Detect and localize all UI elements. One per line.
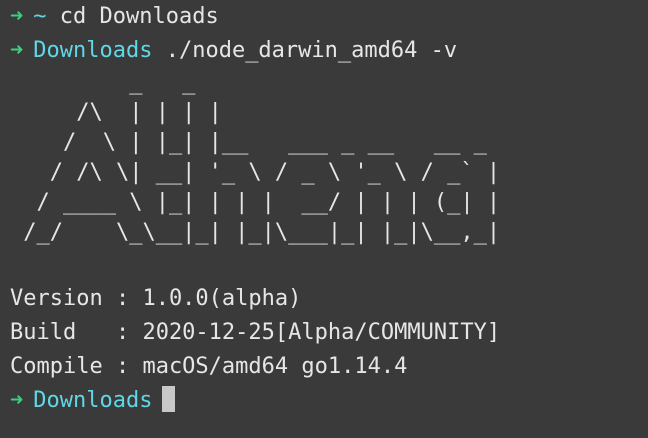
prompt-arrow-icon: ➜ [10,4,24,29]
terminal-window[interactable]: ➜ ~ cd Downloads ➜ Downloads ./node_darwin… [0,0,648,438]
prompt-arrow-icon: ➜ [10,38,24,63]
prompt-directory: ~ [33,4,47,29]
version-line: Version : 1.0.0(alpha) [10,286,302,311]
ascii-banner: _ _ /\ | | | | / \ | |_| |__ ___ _ __ __… [23,70,501,245]
history-line-1: ➜ ~ cd Downloads [10,0,648,34]
prompt-directory: Downloads [33,388,153,413]
command-text: cd Downloads [59,4,219,29]
text-cursor[interactable] [162,386,176,412]
history-line-2: ➜ Downloads ./node_darwin_amd64 -v [10,34,648,68]
prompt-directory: Downloads [33,38,153,63]
command-text: ./node_darwin_amd64 -v [165,38,458,63]
prompt-arrow-icon: ➜ [10,388,24,413]
build-line: Build : 2020-12-25[Alpha/COMMUNITY] [10,320,501,345]
current-prompt-line[interactable]: ➜ Downloads [10,384,648,418]
compile-line: Compile : macOS/amd64 go1.14.4 [10,354,408,379]
